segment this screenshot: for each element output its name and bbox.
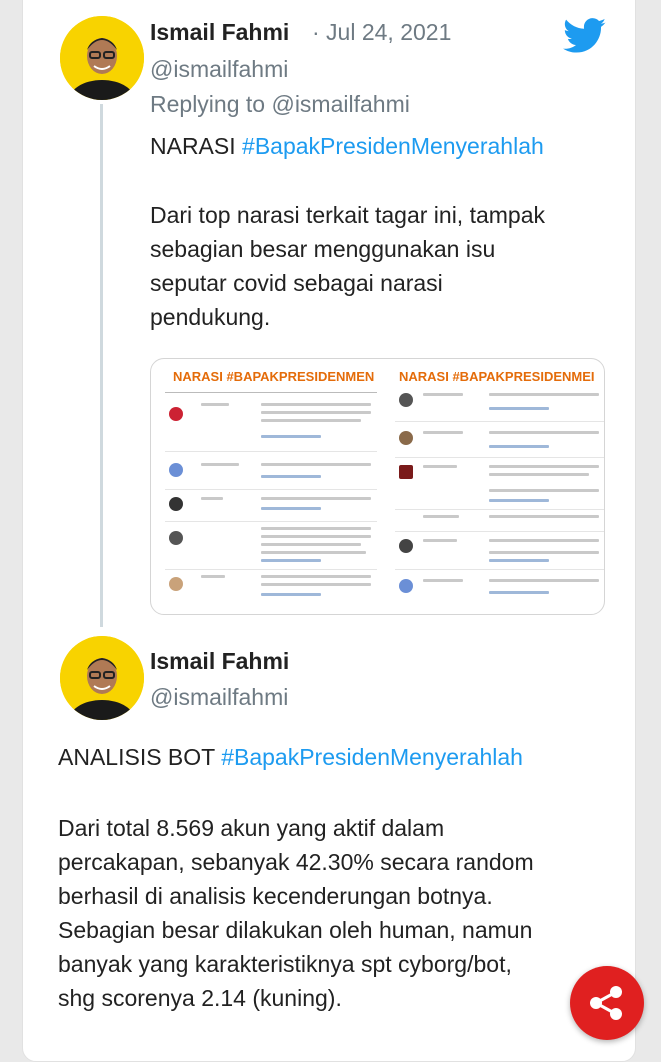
- media-text: [201, 497, 223, 500]
- heading-label: ANALISIS BOT: [58, 744, 222, 770]
- media-text: [201, 403, 229, 406]
- media-avatar: [399, 579, 413, 593]
- text-line: sebagian besar menggunakan isu: [150, 236, 496, 262]
- media-text: [261, 527, 371, 530]
- text-line: Dari top narasi terkait tagar ini, tampa…: [150, 202, 546, 228]
- tweet-text-body: Dari top narasi terkait tagar ini, tampa…: [150, 198, 545, 334]
- media-text: [261, 463, 371, 466]
- heading-label: NARASI: [150, 133, 243, 159]
- tweet-media-image[interactable]: NARASI #BAPAKPRESIDENMEN NARASI #BAPAKPR: [150, 358, 605, 615]
- media-text: [261, 497, 371, 500]
- media-table-header-line: [165, 392, 377, 393]
- avatar-image: [60, 636, 144, 720]
- text-line: banyak yang karakteristiknya spt cyborg/…: [58, 951, 512, 977]
- media-link: [489, 499, 549, 502]
- text-line: seputar covid sebagai narasi: [150, 270, 443, 296]
- media-left-panel: NARASI #BAPAKPRESIDENMEN: [151, 359, 377, 614]
- media-right-title: NARASI #BAPAKPRESIDENMEI: [399, 369, 595, 384]
- media-row-line: [395, 457, 604, 458]
- media-text: [423, 539, 457, 542]
- text-line: Sebagian besar dilakukan oleh human, nam…: [58, 917, 533, 943]
- media-text: [489, 465, 599, 468]
- media-text: [261, 575, 371, 578]
- media-right-panel: NARASI #BAPAKPRESIDENMEI: [381, 359, 604, 614]
- share-button[interactable]: [570, 966, 644, 1040]
- media-avatar: [169, 497, 183, 511]
- media-row-line: [395, 569, 604, 570]
- text-line: shg scorenya 2.14 (kuning).: [58, 985, 342, 1011]
- media-row-line: [395, 421, 604, 422]
- tweet-text-heading: NARASI #BapakPresidenMenyerahlah: [150, 129, 544, 163]
- media-text: [423, 393, 463, 396]
- media-link: [489, 559, 549, 562]
- media-text: [489, 473, 589, 476]
- media-text: [489, 515, 599, 518]
- hashtag-link[interactable]: #BapakPresidenMenyerahlah: [242, 133, 544, 159]
- media-text: [423, 515, 459, 518]
- avatar[interactable]: [60, 16, 144, 100]
- twitter-bird-icon: [563, 18, 606, 53]
- media-link: [261, 435, 321, 438]
- author-handle[interactable]: @ismailfahmi: [150, 56, 288, 83]
- hashtag-link[interactable]: #BapakPresidenMenyerahlah: [221, 744, 523, 770]
- media-text: [489, 489, 599, 492]
- text-line: Dari total 8.569 akun yang aktif dalam: [58, 815, 445, 841]
- media-text: [261, 535, 371, 538]
- media-text: [261, 543, 361, 546]
- media-link: [261, 593, 321, 596]
- media-avatar: [399, 539, 413, 553]
- media-text: [423, 431, 463, 434]
- media-link: [261, 475, 321, 478]
- author-name[interactable]: Ismail Fahmi: [150, 648, 289, 675]
- replying-to: Replying to @ismailfahmi: [150, 91, 410, 118]
- media-text: [489, 539, 599, 542]
- media-text: [201, 575, 225, 578]
- author-handle[interactable]: @ismailfahmi: [150, 684, 288, 711]
- text-line: berhasil di analisis kecenderungan botny…: [58, 883, 493, 909]
- media-text: [201, 463, 239, 466]
- media-avatar: [169, 463, 183, 477]
- text-line: percakapan, sebanyak 42.30% secara rando…: [58, 849, 534, 875]
- text-line: pendukung.: [150, 304, 271, 330]
- media-text: [261, 403, 371, 406]
- author-name[interactable]: Ismail Fahmi: [150, 19, 289, 46]
- media-row-line: [395, 531, 604, 532]
- media-text: [423, 465, 457, 468]
- media-link: [489, 407, 549, 410]
- media-link: [489, 445, 549, 448]
- media-avatar: [399, 393, 413, 407]
- media-text: [489, 431, 599, 434]
- media-text: [489, 393, 599, 396]
- media-text: [261, 419, 361, 422]
- media-text: [489, 551, 599, 554]
- media-avatar: [399, 431, 413, 445]
- media-text: [261, 411, 371, 414]
- media-text: [261, 551, 366, 554]
- media-row-line: [165, 451, 377, 452]
- media-row-line: [165, 521, 377, 522]
- tweet-text-body: Dari total 8.569 akun yang aktif dalam p…: [58, 811, 534, 1015]
- media-left-title: NARASI #BAPAKPRESIDENMEN: [173, 369, 375, 384]
- share-icon: [590, 986, 622, 1020]
- replying-to-label: Replying to: [150, 91, 272, 117]
- media-link: [261, 559, 321, 562]
- tweet-date[interactable]: · Jul 24, 2021: [312, 19, 451, 46]
- media-row-line: [395, 509, 604, 510]
- media-link: [489, 591, 549, 594]
- media-text: [489, 579, 599, 582]
- media-link: [261, 507, 321, 510]
- media-row-line: [165, 569, 377, 570]
- media-text: [261, 583, 371, 586]
- media-row-line: [165, 489, 377, 490]
- avatar[interactable]: [60, 636, 144, 720]
- media-avatar: [169, 531, 183, 545]
- replying-to-mention[interactable]: @ismailfahmi: [271, 91, 409, 117]
- media-avatar: [169, 577, 183, 591]
- avatar-image: [60, 16, 144, 100]
- media-avatar: [399, 465, 413, 479]
- media-avatar: [169, 407, 183, 421]
- media-text: [423, 579, 463, 582]
- tweet-text-heading: ANALISIS BOT #BapakPresidenMenyerahlah: [58, 740, 523, 774]
- thread-connector-line: [100, 104, 103, 627]
